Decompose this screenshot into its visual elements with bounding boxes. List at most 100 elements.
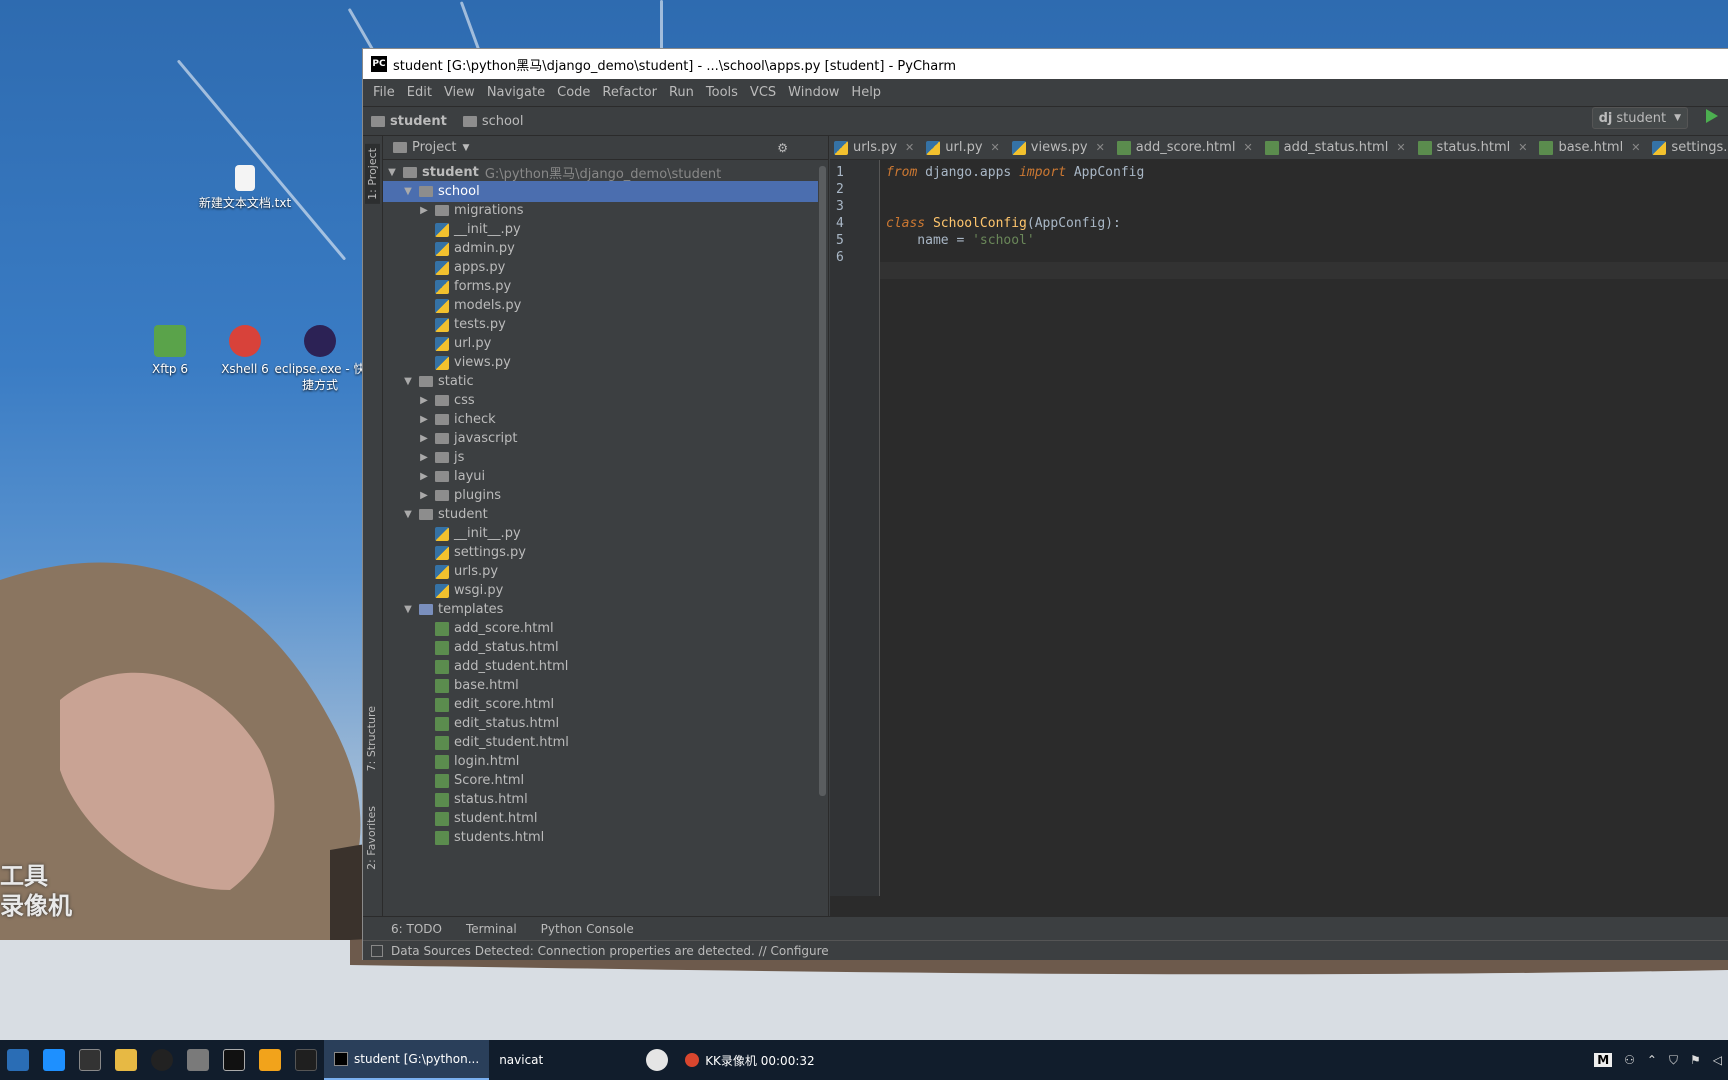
expand-arrow-icon[interactable]: ▶: [417, 414, 431, 425]
tree-item[interactable]: ▼ static: [383, 371, 818, 392]
run-button[interactable]: [1706, 109, 1718, 123]
tab-favorites[interactable]: 2: Favorites: [365, 806, 378, 870]
expand-arrow-icon[interactable]: ▶: [417, 205, 431, 216]
chrome-icon[interactable]: [646, 1049, 669, 1071]
tree-item[interactable]: ▶ migrations: [383, 200, 818, 221]
tree-item[interactable]: ▶ icheck: [383, 409, 818, 430]
editor-tab[interactable]: add_status.html ✕: [1261, 136, 1414, 159]
editor-tab[interactable]: url.py ✕: [922, 136, 1008, 159]
menu-edit[interactable]: Edit: [401, 85, 438, 100]
tree-item[interactable]: edit_score.html: [383, 694, 818, 715]
ime-indicator[interactable]: M: [1594, 1053, 1613, 1067]
tab-structure[interactable]: 7: Structure: [365, 706, 378, 771]
qq-icon[interactable]: [151, 1049, 173, 1071]
tree-item[interactable]: ▶ layui: [383, 466, 818, 487]
editor-tab[interactable]: status.html ✕: [1414, 136, 1536, 159]
tree-item[interactable]: admin.py: [383, 238, 818, 259]
webstorm-icon[interactable]: [295, 1049, 317, 1071]
expand-arrow-icon[interactable]: ▼: [401, 186, 415, 197]
expand-arrow-icon[interactable]: ▶: [417, 433, 431, 444]
editor-tab[interactable]: add_score.html ✕: [1113, 136, 1261, 159]
menu-vcs[interactable]: VCS: [744, 85, 782, 100]
app-icon[interactable]: [187, 1049, 209, 1071]
expand-arrow-icon[interactable]: ▼: [385, 167, 399, 178]
tree-item[interactable]: status.html: [383, 789, 818, 810]
menu-view[interactable]: View: [438, 85, 481, 100]
close-icon[interactable]: ✕: [1243, 141, 1252, 154]
user-icon[interactable]: ⚇: [1624, 1053, 1635, 1067]
cmd-icon[interactable]: [79, 1049, 101, 1071]
editor-tab[interactable]: views.py ✕: [1008, 136, 1113, 159]
tree-item[interactable]: login.html: [383, 751, 818, 772]
tree-item[interactable]: student.html: [383, 808, 818, 829]
close-icon[interactable]: ✕: [1631, 141, 1640, 154]
tree-item[interactable]: add_score.html: [383, 618, 818, 639]
expand-arrow-icon[interactable]: ▶: [417, 471, 431, 482]
tree-item[interactable]: urls.py: [383, 561, 818, 582]
window-titlebar[interactable]: PC student [G:\python黑马\django_demo\stud…: [363, 49, 1728, 79]
shield-icon[interactable]: ⛉: [1669, 1053, 1678, 1068]
tree-item[interactable]: models.py: [383, 295, 818, 316]
expand-arrow-icon[interactable]: ▶: [417, 490, 431, 501]
tab-project[interactable]: 1: Project: [365, 144, 380, 204]
expand-arrow-icon[interactable]: ▼: [401, 509, 415, 520]
tree-item[interactable]: Score.html: [383, 770, 818, 791]
menu-navigate[interactable]: Navigate: [481, 85, 551, 100]
tree-item[interactable]: wsgi.py: [383, 580, 818, 601]
close-icon[interactable]: ✕: [905, 141, 914, 154]
breadcrumb-item-school[interactable]: school: [455, 114, 532, 129]
tree-item[interactable]: base.html: [383, 675, 818, 696]
tree-item[interactable]: tests.py: [383, 314, 818, 335]
tree-item[interactable]: url.py: [383, 333, 818, 354]
tree-item[interactable]: edit_status.html: [383, 713, 818, 734]
close-icon[interactable]: ✕: [1396, 141, 1405, 154]
close-icon[interactable]: ✕: [991, 141, 1000, 154]
sublime-icon[interactable]: [259, 1049, 281, 1071]
desktop-eclipse[interactable]: eclipse.exe - 快捷方式: [270, 325, 370, 393]
expand-arrow-icon[interactable]: ▼: [401, 604, 415, 615]
expand-arrow-icon[interactable]: ▶: [417, 452, 431, 463]
chevron-down-icon[interactable]: ▼: [462, 143, 469, 153]
tree-scrollbar[interactable]: [819, 166, 826, 796]
tree-item[interactable]: add_student.html: [383, 656, 818, 677]
editor-tab[interactable]: settings.py✕: [1648, 136, 1728, 159]
folder-icon[interactable]: [115, 1049, 137, 1071]
desktop-text-file[interactable]: 新建文本文档.txt: [195, 165, 295, 211]
taskbar-pycharm[interactable]: student [G:\python...: [324, 1040, 490, 1080]
tree-item[interactable]: apps.py: [383, 257, 818, 278]
chevron-up-icon[interactable]: ⌃: [1647, 1053, 1657, 1067]
network-icon[interactable]: ⚑: [1690, 1053, 1701, 1067]
tree-item[interactable]: ▶ css: [383, 390, 818, 411]
desktop-icon[interactable]: [43, 1049, 65, 1071]
tree-item[interactable]: ▼ school: [383, 181, 818, 202]
editor-tab[interactable]: urls.py ✕: [830, 136, 922, 159]
taskbar-kk-recorder[interactable]: KK录像机 00:00:32: [675, 1040, 824, 1080]
menu-run[interactable]: Run: [663, 85, 700, 100]
python-console-tab[interactable]: Python Console: [541, 922, 634, 936]
tree-item[interactable]: ▶ plugins: [383, 485, 818, 506]
window-icon[interactable]: [223, 1049, 245, 1071]
menu-code[interactable]: Code: [551, 85, 596, 100]
menu-refactor[interactable]: Refactor: [596, 85, 663, 100]
menu-file[interactable]: File: [367, 85, 401, 100]
browser-icon[interactable]: [7, 1049, 29, 1071]
expand-arrow-icon[interactable]: ▶: [417, 395, 431, 406]
close-icon[interactable]: ✕: [1518, 141, 1527, 154]
status-message[interactable]: Data Sources Detected: Connection proper…: [391, 944, 829, 958]
tree-item[interactable]: ▼ student: [383, 504, 818, 525]
tree-item[interactable]: views.py: [383, 352, 818, 373]
volume-icon[interactable]: ◁: [1713, 1053, 1722, 1067]
menu-tools[interactable]: Tools: [700, 85, 744, 100]
close-icon[interactable]: ✕: [1096, 141, 1105, 154]
gear-icon[interactable]: ⚙: [777, 141, 788, 155]
tree-item[interactable]: students.html: [383, 827, 818, 848]
tree-item[interactable]: ▶ javascript: [383, 428, 818, 449]
tree-item[interactable]: settings.py: [383, 542, 818, 563]
tree-item[interactable]: ▼ templates: [383, 599, 818, 620]
breadcrumb-item-student[interactable]: student: [363, 114, 455, 129]
project-view-selector[interactable]: Project: [412, 140, 456, 155]
code-area[interactable]: from django.apps import AppConfig class …: [880, 160, 1728, 896]
tree-item[interactable]: forms.py: [383, 276, 818, 297]
tree-item[interactable]: __init__.py: [383, 219, 818, 240]
menu-help[interactable]: Help: [845, 85, 887, 100]
